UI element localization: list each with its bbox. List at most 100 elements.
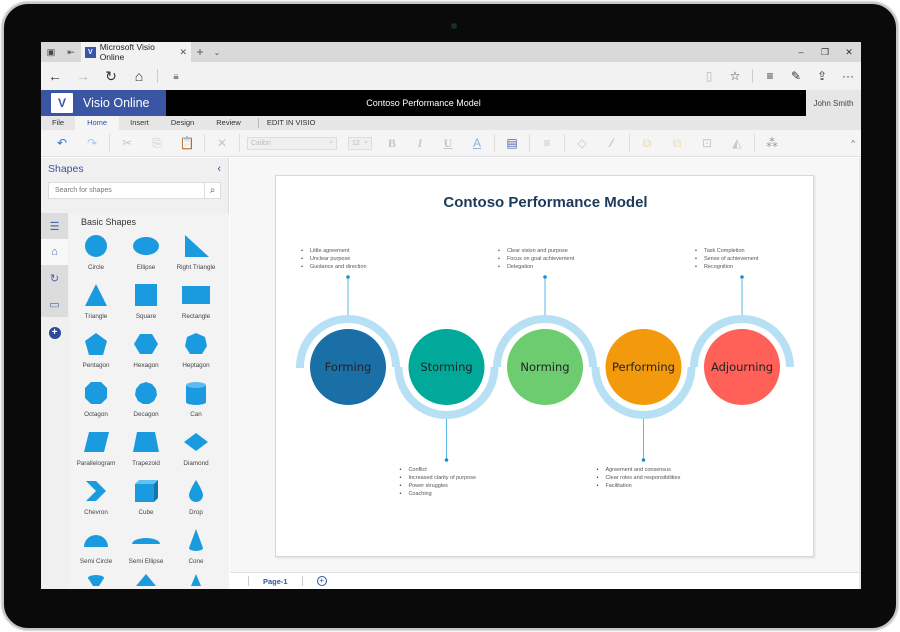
search-icon[interactable]: ⌕ <box>204 183 220 198</box>
bold-button[interactable]: B <box>378 136 406 151</box>
canvas-area[interactable]: Contoso Performance Model Forming Stormin… <box>230 158 861 572</box>
user-name[interactable]: John Smith <box>806 90 861 116</box>
tab-review[interactable]: Review <box>205 116 252 130</box>
back-button[interactable]: ← <box>41 68 69 84</box>
shape-item-hexagon[interactable]: Hexagon <box>121 329 171 378</box>
stage-notes-performing[interactable]: Agreement and consensusClear roles and r… <box>597 466 680 490</box>
shape-item-parallelogram[interactable]: Parallelogram <box>71 427 121 476</box>
shape-item-cube[interactable]: Cube <box>121 476 171 525</box>
collapse-ribbon-icon[interactable]: ^ <box>851 139 855 148</box>
minimize-button[interactable]: – <box>789 47 813 58</box>
pyramid-shape-icon[interactable] <box>121 574 171 586</box>
new-tab-button[interactable]: + <box>191 45 209 59</box>
underline-button[interactable]: U <box>434 136 462 151</box>
undo-button[interactable]: ↶ <box>47 136 77 150</box>
cone2-shape-icon[interactable] <box>171 574 221 586</box>
page-tab[interactable]: Page-1 <box>257 577 294 586</box>
shape-item-decagon[interactable]: Decagon <box>121 378 171 427</box>
hub-icon[interactable]: ≡ <box>757 69 783 83</box>
align-button[interactable]: ≡ <box>532 136 562 150</box>
document-title[interactable]: Contoso Performance Model <box>41 98 806 108</box>
tab-preview-icon[interactable]: ▣ <box>41 42 61 62</box>
refresh-button[interactable]: ↻ <box>97 68 125 85</box>
shape-item-right-triangle[interactable]: Right Triangle <box>171 231 221 280</box>
tab-list-button[interactable]: ⌄ <box>209 48 225 57</box>
shape-item-semi-ellipse[interactable]: Semi Ellipse <box>121 525 171 574</box>
shape-item-circle[interactable]: Circle <box>71 231 121 280</box>
paste-button[interactable]: 📋 <box>172 136 202 150</box>
shape-label: Semi Ellipse <box>128 558 164 565</box>
divider <box>564 134 565 152</box>
more-icon[interactable]: ··· <box>835 69 861 83</box>
shape-item-triangle[interactable]: Triangle <box>71 280 121 329</box>
group-button[interactable]: ⊡ <box>692 136 722 150</box>
lock-icon: 🔒︎ <box>173 70 179 82</box>
browser-tab[interactable]: V Microsoft Visio Online ✕ <box>81 42 191 62</box>
add-page-button[interactable]: + <box>316 576 327 586</box>
shape-item-octagon[interactable]: Octagon <box>71 378 121 427</box>
shape-item-pentagon[interactable]: Pentagon <box>71 329 121 378</box>
shape-item-ellipse[interactable]: Ellipse <box>121 231 171 280</box>
forward-button[interactable]: → <box>69 68 97 84</box>
timeline-icon[interactable]: ▭ <box>41 291 68 317</box>
shape-label: Cone <box>188 558 204 565</box>
flip-button[interactable]: ◭ <box>722 136 752 150</box>
font-color-button[interactable]: A <box>462 136 492 150</box>
bring-forward-button[interactable]: ⧉ <box>632 136 662 151</box>
close-window-button[interactable]: ✕ <box>837 47 861 58</box>
shape-item-cone[interactable]: Cone <box>171 525 221 574</box>
shape-item-trapezoid[interactable]: Trapezoid <box>121 427 171 476</box>
shape-item-square[interactable]: Square <box>121 280 171 329</box>
tab-home[interactable]: Home <box>75 116 120 130</box>
line-button[interactable]: ⁄ <box>597 136 627 150</box>
home-button[interactable]: ⌂ <box>125 68 153 84</box>
web-note-icon[interactable]: ✎ <box>783 69 809 83</box>
stage-label-adjourning: Adjourning <box>711 360 773 374</box>
stage-notes-forming[interactable]: Little agreementUnclear purposeGuidance … <box>301 247 367 271</box>
flowchart-icon[interactable]: ☰ <box>41 213 68 239</box>
vertical-scrollbar[interactable] <box>859 158 861 589</box>
copy-button[interactable]: ⎘ <box>142 136 172 151</box>
share-icon[interactable]: ⇪ <box>809 69 835 83</box>
stage-notes-norming[interactable]: Clear vision and purposeFocus on goal ac… <box>498 247 574 271</box>
close-tab-icon[interactable]: ✕ <box>179 47 187 58</box>
shape-item-diamond[interactable]: Diamond <box>171 427 221 476</box>
add-stencil-icon[interactable]: + <box>48 327 61 339</box>
cut-button[interactable]: ✂ <box>112 136 142 150</box>
rectangle-shape-icon <box>182 280 210 310</box>
shape-item-heptagon[interactable]: Heptagon <box>171 329 221 378</box>
font-size-select[interactable]: 12 <box>348 136 372 150</box>
shape-item-semi-circle[interactable]: Semi Circle <box>71 525 121 574</box>
reading-view-icon[interactable]: ▯ <box>696 69 722 83</box>
tab-insert[interactable]: Insert <box>119 116 160 130</box>
stage-notes-storming[interactable]: ConflictIncreased clarity of purposePowe… <box>400 466 476 498</box>
drawing-page[interactable]: Contoso Performance Model Forming Stormin… <box>275 175 814 557</box>
search-shapes-input[interactable]: Search for shapes ⌕ <box>48 182 221 199</box>
send-backward-button[interactable]: ⧉ <box>662 136 692 151</box>
circle-shape-icon <box>83 231 109 261</box>
favorite-star-icon[interactable]: ☆ <box>722 69 748 83</box>
arrange-button[interactable]: ⁂ <box>757 136 787 150</box>
redo-button[interactable]: ↷ <box>77 136 107 150</box>
text-box-button[interactable]: ▤ <box>497 136 527 150</box>
fill-button[interactable]: ◇ <box>567 136 597 150</box>
diamond-shape-icon <box>183 427 209 457</box>
shape-item-chevron[interactable]: Chevron <box>71 476 121 525</box>
shape-item-drop[interactable]: Drop <box>171 476 221 525</box>
stage-notes-adjourning[interactable]: Task CompletionSense of achievementRecog… <box>695 247 758 271</box>
basic-shapes-icon[interactable]: ⌂ <box>41 239 68 265</box>
restore-button[interactable]: ❐ <box>813 47 837 58</box>
tab-design[interactable]: Design <box>160 116 205 130</box>
shape-item-can[interactable]: Can <box>171 378 221 427</box>
collapse-panel-icon[interactable]: ‹ <box>217 163 221 175</box>
cycle-icon[interactable]: ↻ <box>41 265 68 291</box>
shape-item-rectangle[interactable]: Rectangle <box>171 280 221 329</box>
set-aside-tabs-icon[interactable]: ⇤ <box>61 42 81 62</box>
edit-in-visio-button[interactable]: EDIT IN VISIO <box>265 116 327 130</box>
italic-button[interactable]: I <box>406 136 434 151</box>
tab-file[interactable]: File <box>41 116 75 130</box>
delete-button[interactable]: ✕ <box>207 136 237 150</box>
funnel-shape-icon[interactable] <box>71 574 121 586</box>
shape-label: Circle <box>87 264 105 271</box>
font-name-select[interactable]: Calibri <box>247 136 337 150</box>
